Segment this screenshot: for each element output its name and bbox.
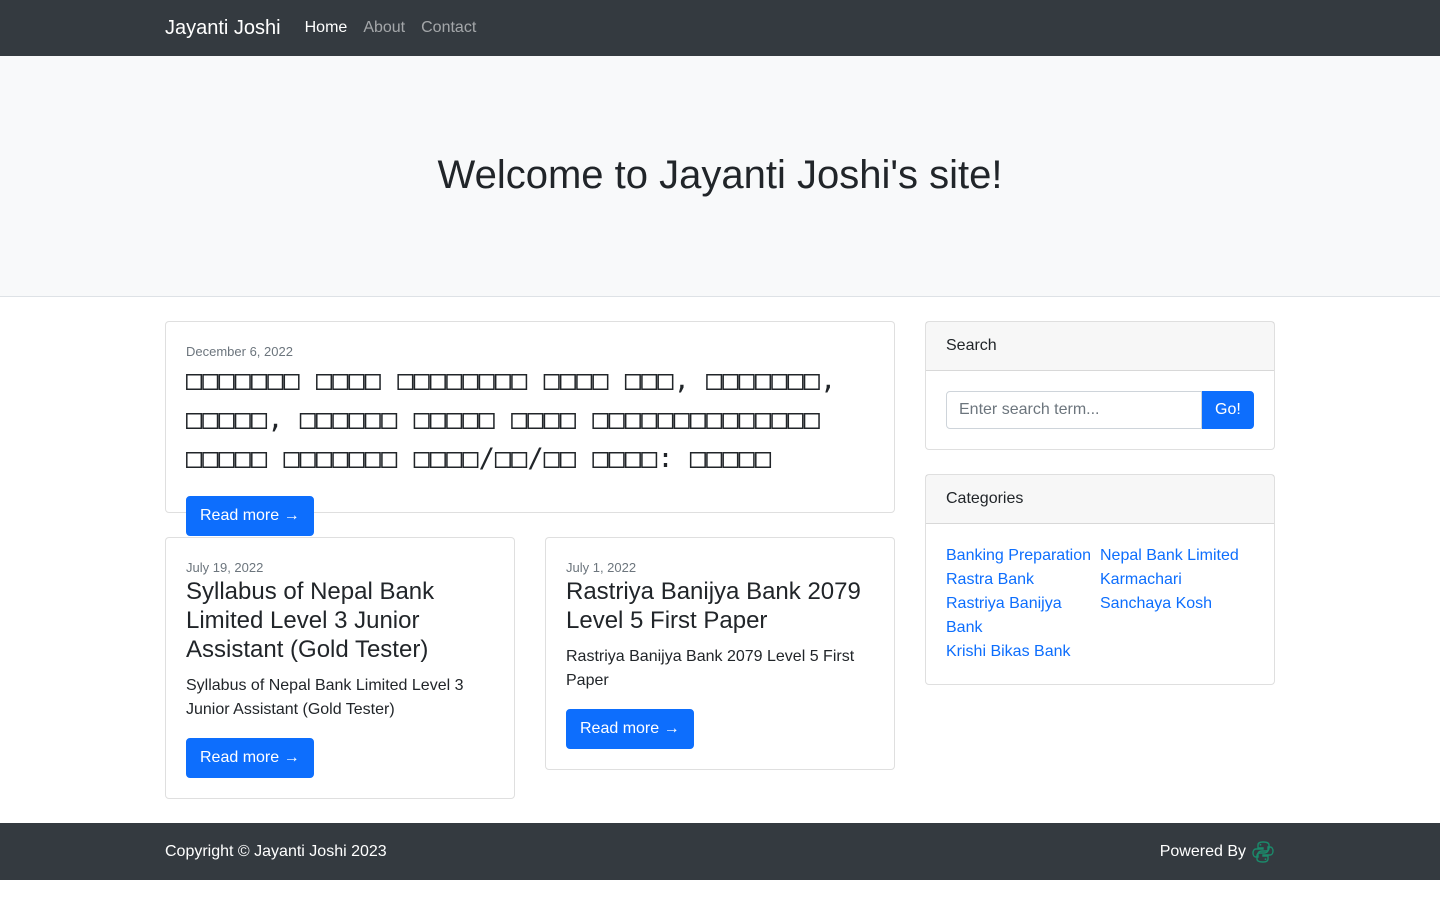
read-more-button[interactable]: Read more → [186,738,314,778]
navbar-inner: Jayanti Joshi Home About Contact [165,0,1275,56]
featured-post-card: December 6, 2022 □□□□□□□ □□□□ □□□□□□□□ □… [165,321,895,536]
category-link-rastra-bank[interactable]: Rastra Bank [946,571,1034,588]
posts-row: July 19, 2022 Syllabus of Nepal Bank Lim… [165,537,895,799]
category-link-krishi-bikas-bank[interactable]: Krishi Bikas Bank [946,643,1071,660]
post-excerpt: Syllabus of Nepal Bank Limited Level 3 J… [186,677,464,718]
search-card: Search Go! [925,321,1275,450]
post-excerpt: Rastriya Banijya Bank 2079 Level 5 First… [566,648,855,689]
category-link-banking-preparation[interactable]: Banking Preparation [946,547,1091,564]
footer: Copyright © Jayanti Joshi 2023 Powered B… [0,823,1440,880]
footer-inner: Copyright © Jayanti Joshi 2023 Powered B… [165,823,1275,880]
powered-by: Powered By [1160,840,1275,864]
category-link-rastriya-banijya-bank[interactable]: Rastriya Banijya Bank [946,595,1062,636]
main-column: December 6, 2022 □□□□□□□ □□□□ □□□□□□□□ □… [165,321,895,799]
list-item: Krishi Bikas Bank [946,640,1100,664]
nav-link-contact[interactable]: Contact [421,19,476,37]
list-item: Rastriya Banijya Bank [946,592,1100,640]
categories-list-left: Banking Preparation Rastra Bank Rastriya… [946,544,1100,664]
post-date: July 19, 2022 [186,560,264,575]
hero-title: Welcome to Jayanti Joshi's site! [437,152,1003,197]
python-logo-icon[interactable] [1251,840,1275,864]
post-title: Rastriya Banijya Bank 2079 Level 5 First… [566,578,861,634]
category-link-nepal-bank-limited[interactable]: Nepal Bank Limited [1100,547,1239,564]
post-date: July 1, 2022 [566,560,637,575]
search-card-body: Go! [926,371,1274,449]
search-card-header: Search [926,322,1274,371]
post-date: December 6, 2022 [186,344,293,359]
post-title: □□□□□□□ □□□□ □□□□□□□□ □□□□ □□□, □□□□□□□,… [186,365,837,474]
nav-link-about[interactable]: About [363,19,405,37]
read-more-button[interactable]: Read more → [186,496,314,536]
search-input[interactable] [946,391,1202,429]
category-link-karmachari-sanchaya-kosh[interactable]: Karmachari Sanchaya Kosh [1100,571,1212,612]
categories-card: Categories Banking Preparation Rastra Ba… [925,474,1275,685]
navbar: Jayanti Joshi Home About Contact [0,0,1440,56]
content-container: December 6, 2022 □□□□□□□ □□□□ □□□□□□□□ □… [165,321,1275,799]
post-card: July 19, 2022 Syllabus of Nepal Bank Lim… [165,537,515,799]
copyright-text: Copyright © Jayanti Joshi 2023 [165,842,387,860]
categories-list-right: Nepal Bank Limited Karmachari Sanchaya K… [1100,544,1254,664]
post-title: Syllabus of Nepal Bank Limited Level 3 J… [186,578,435,663]
post-card: July 1, 2022 Rastriya Banijya Bank 2079 … [545,537,895,770]
categories-body: Banking Preparation Rastra Bank Rastriya… [926,524,1274,684]
brand-link[interactable]: Jayanti Joshi [165,17,281,40]
list-item: Nepal Bank Limited [1100,544,1254,568]
categories-card-header: Categories [926,475,1274,524]
powered-by-label: Powered By [1159,842,1246,860]
list-item: Banking Preparation [946,544,1100,568]
list-item: Rastra Bank [946,568,1100,592]
nav-link-home[interactable]: Home [305,19,348,37]
read-more-button[interactable]: Read more → [566,709,694,749]
search-go-button[interactable]: Go! [1202,391,1254,429]
search-group: Go! [946,391,1254,429]
sidebar: Search Go! Categories Banking Preparatio… [925,321,1275,799]
hero-banner: Welcome to Jayanti Joshi's site! [0,56,1440,297]
list-item: Karmachari Sanchaya Kosh [1100,568,1254,616]
